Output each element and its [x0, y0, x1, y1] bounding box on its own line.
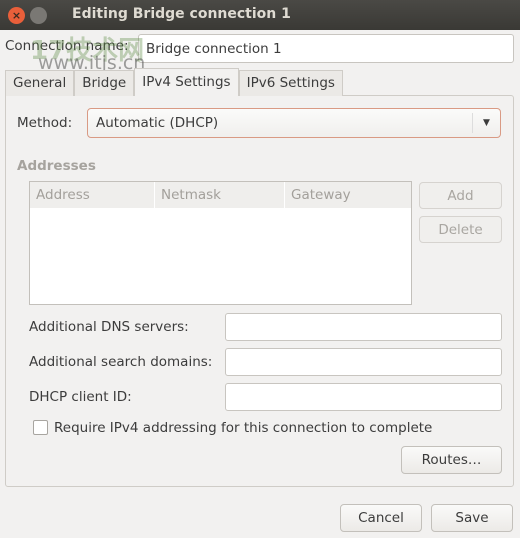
method-value: Automatic (DHCP)	[96, 115, 219, 131]
method-label: Method:	[17, 115, 73, 131]
search-domains-label: Additional search domains:	[29, 354, 213, 370]
tab-bridge[interactable]: Bridge	[74, 70, 135, 96]
connection-name-value: Bridge connection 1	[146, 40, 282, 57]
add-button[interactable]: Add	[419, 182, 502, 209]
delete-button[interactable]: Delete	[419, 216, 502, 243]
window-title: Editing Bridge connection 1	[72, 6, 291, 22]
minimize-icon[interactable]	[30, 7, 47, 24]
connection-name-label: Connection name:	[5, 38, 129, 54]
column-address[interactable]: Address	[30, 182, 155, 208]
require-ipv4-checkbox[interactable]	[33, 420, 48, 435]
column-gateway[interactable]: Gateway	[285, 182, 411, 208]
search-domains-input[interactable]	[225, 348, 502, 376]
dns-input[interactable]	[225, 313, 502, 341]
chevron-down-icon: ▼	[472, 113, 500, 133]
tab-ipv6-settings[interactable]: IPv6 Settings	[238, 70, 343, 96]
addresses-label: Addresses	[17, 158, 96, 174]
require-ipv4-label[interactable]: Require IPv4 addressing for this connect…	[54, 420, 432, 436]
method-dropdown[interactable]: Automatic (DHCP) ▼	[87, 108, 501, 138]
tab-general[interactable]: General	[5, 70, 75, 96]
dns-label: Additional DNS servers:	[29, 319, 189, 335]
tab-bar: General Bridge IPv4 Settings IPv6 Settin…	[5, 68, 343, 96]
routes-button[interactable]: Routes…	[401, 446, 502, 474]
save-button[interactable]: Save	[431, 504, 513, 532]
dhcp-client-id-input[interactable]	[225, 383, 502, 411]
close-icon[interactable]: ×	[8, 7, 25, 24]
connection-name-input[interactable]: Bridge connection 1	[138, 34, 514, 63]
tab-ipv4-settings[interactable]: IPv4 Settings	[134, 68, 239, 96]
cancel-button[interactable]: Cancel	[340, 504, 422, 532]
dhcp-client-id-label: DHCP client ID:	[29, 389, 132, 405]
column-netmask[interactable]: Netmask	[155, 182, 285, 208]
addresses-table[interactable]: Address Netmask Gateway	[29, 181, 412, 305]
